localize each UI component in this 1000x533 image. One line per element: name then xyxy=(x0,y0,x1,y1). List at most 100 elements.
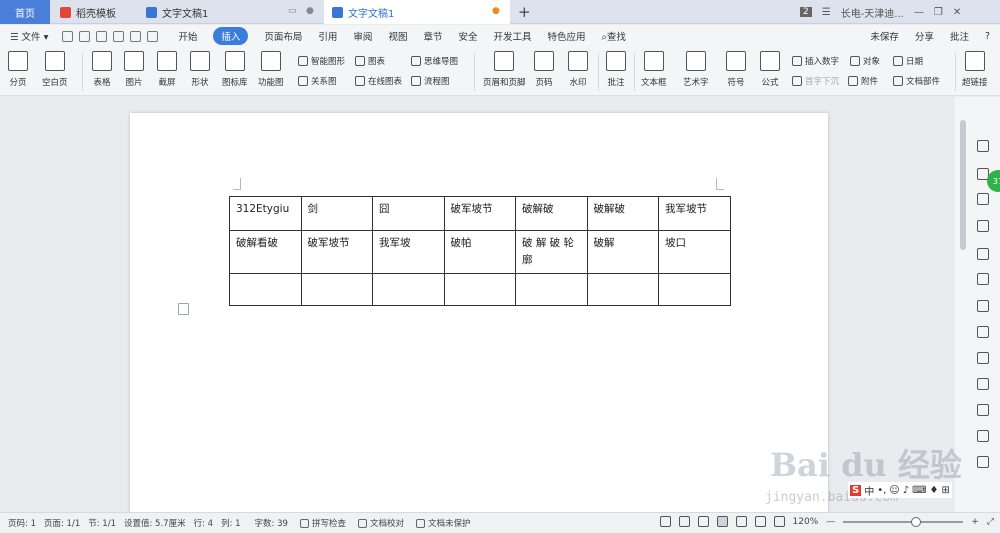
table-cell[interactable]: 坡口 xyxy=(658,230,731,274)
zoom-out-button[interactable]: — xyxy=(826,517,835,527)
status-setting[interactable]: 设置值: 5.7厘米 xyxy=(124,517,186,529)
paragraph-mark-icon[interactable] xyxy=(178,303,189,315)
hyperlink-button[interactable]: 超链接 xyxy=(962,51,988,88)
table-cell[interactable]: 破帕 xyxy=(443,230,516,274)
drop-cap-button[interactable]: 首字下沉 xyxy=(792,75,839,87)
list-icon[interactable]: ☰ xyxy=(822,7,831,18)
table-cell[interactable] xyxy=(586,273,659,306)
page-number-button[interactable]: 页码 xyxy=(534,51,554,88)
menu-item-chapter[interactable]: 章节 xyxy=(423,29,442,43)
shapes-icon[interactable] xyxy=(977,193,989,205)
shape-button[interactable]: 形状 xyxy=(190,51,210,88)
protect-button[interactable]: 文档未保护 xyxy=(415,517,470,529)
image-icon[interactable] xyxy=(977,456,989,468)
new-tab-button[interactable]: + xyxy=(518,3,531,21)
ime-lang[interactable]: 中 xyxy=(864,483,874,498)
window-count-badge[interactable]: 2 xyxy=(800,7,812,17)
table-cell[interactable]: 囧 xyxy=(372,196,445,231)
comment-button[interactable]: 批注 xyxy=(950,29,969,43)
table-cell[interactable]: 破 解 破 轮 廓 xyxy=(515,230,588,274)
annotate-button[interactable]: 批注 xyxy=(606,51,626,88)
search-button[interactable]: ⌕查找 xyxy=(602,29,626,43)
outline-view-icon[interactable] xyxy=(735,516,747,527)
web-view-icon[interactable] xyxy=(754,516,766,527)
status-pages[interactable]: 页面: 1/1 xyxy=(44,517,80,529)
menu-item-view[interactable]: 视图 xyxy=(388,29,407,43)
cursor-icon[interactable] xyxy=(977,140,989,152)
chart-button[interactable]: 图表 xyxy=(355,55,385,67)
print-preview-icon[interactable] xyxy=(113,30,125,42)
menu-item-layout[interactable]: 页面布局 xyxy=(264,29,302,43)
unsaved-button[interactable]: 未保存 xyxy=(870,29,899,43)
symbol-button[interactable]: 符号 xyxy=(726,51,746,88)
minimize-icon[interactable]: — xyxy=(914,7,924,18)
sliders-icon[interactable] xyxy=(977,300,989,312)
menu-item-reference[interactable]: 引用 xyxy=(318,29,337,43)
insert-number-button[interactable]: 插入数字 xyxy=(792,55,839,67)
bar-chart-icon[interactable] xyxy=(977,273,989,285)
fit-icon[interactable]: ⤢ xyxy=(987,517,994,527)
unsaved-dot-icon[interactable]: ● xyxy=(492,6,500,16)
save-icon[interactable] xyxy=(62,30,74,42)
table-button[interactable]: 表格 xyxy=(92,51,112,88)
attachment-button[interactable]: 附件 xyxy=(848,75,878,87)
emoji-icon[interactable]: ☺ xyxy=(889,485,899,496)
textbox-button[interactable]: 文本框 xyxy=(641,51,667,88)
table-cell[interactable]: 破解看破 xyxy=(229,230,302,274)
table-cell[interactable]: 破军坡节 xyxy=(300,230,373,274)
online-chart-button[interactable]: 在线图表 xyxy=(355,75,402,87)
relation-chart-button[interactable]: 关系图 xyxy=(298,75,337,87)
redo-icon[interactable] xyxy=(147,30,159,42)
menu-item-insert[interactable]: 插入 xyxy=(213,27,249,45)
table-cell[interactable]: 破解破 xyxy=(586,196,659,231)
table-cell[interactable]: 破解 xyxy=(586,230,659,274)
read-mode-icon[interactable] xyxy=(678,516,690,527)
table-cell[interactable]: 破军坡节 xyxy=(443,196,516,231)
file-menu[interactable]: ☰ 文件 ▾ xyxy=(10,29,48,43)
zoom-level[interactable]: 120% xyxy=(793,517,819,527)
tab-doc2[interactable]: 文字文稿1 ● xyxy=(324,0,510,24)
help-button[interactable]: ? xyxy=(985,31,990,42)
table-cell[interactable]: 我军坡 xyxy=(372,230,445,274)
user-account[interactable]: 长电-天津迪... xyxy=(841,5,904,20)
tab-home[interactable]: 首页 xyxy=(0,0,50,24)
close-icon[interactable]: ✕ xyxy=(953,7,961,18)
menu-item-devtools[interactable]: 开发工具 xyxy=(493,29,531,43)
page-view-icon[interactable] xyxy=(716,516,728,527)
menu-item-review[interactable]: 审阅 xyxy=(353,29,372,43)
status-col[interactable]: 列: 1 xyxy=(221,517,240,529)
monitor-icon[interactable]: ▭ xyxy=(288,6,297,16)
zoom-slider-knob[interactable] xyxy=(911,516,922,527)
mic-icon[interactable]: ♪ xyxy=(903,485,909,496)
status-wordcount[interactable]: 字数: 39 xyxy=(255,517,288,529)
icon-library-button[interactable]: 图标库 xyxy=(222,51,248,88)
copy-icon[interactable] xyxy=(977,430,989,442)
tab-dot-icon[interactable]: ● xyxy=(306,6,314,16)
spell-check-button[interactable]: 拼写检查 xyxy=(299,517,346,529)
eye-protect-icon[interactable] xyxy=(773,516,785,527)
formula-button[interactable]: 公式 xyxy=(760,51,780,88)
header-footer-button[interactable]: 页眉和页脚 xyxy=(483,51,526,88)
menu-item-features[interactable]: 特色应用 xyxy=(548,29,586,43)
document-page[interactable]: 312Etygiu 剑囧破军坡节 破解破 破解破 我军坡节 破解看破 破军坡节 我军坡 破帕破 … xyxy=(130,113,828,512)
restore-icon[interactable]: ❐ xyxy=(934,7,943,18)
document-table[interactable]: 312Etygiu 剑囧破军坡节 破解破 破解破 我军坡节 破解看破 破军坡节 我军坡 破帕破 … xyxy=(229,196,731,306)
scroll-thumb[interactable] xyxy=(960,120,966,250)
blank-page-button[interactable]: 空白页 xyxy=(42,51,68,88)
undo-icon[interactable] xyxy=(130,30,142,42)
smart-shape-button[interactable]: 智能图形 xyxy=(298,55,345,67)
tab-template[interactable]: 稻壳模板 xyxy=(52,0,134,24)
mind-map-button[interactable]: 思维导图 xyxy=(411,55,458,67)
table-cell[interactable]: 312Etygiu xyxy=(229,196,302,231)
watermark-button[interactable]: 水印 xyxy=(568,51,588,88)
flowchart-button[interactable]: 流程图 xyxy=(411,75,450,87)
zoom-in-button[interactable]: + xyxy=(971,517,979,527)
screenshot-button[interactable]: 截屏 xyxy=(157,51,177,88)
status-row[interactable]: 行: 4 xyxy=(194,517,213,529)
translate-icon[interactable] xyxy=(977,404,989,416)
print-icon[interactable] xyxy=(96,30,108,42)
page-break-button[interactable]: 分页 xyxy=(8,51,28,88)
table-cell[interactable] xyxy=(372,273,445,306)
table-cell[interactable] xyxy=(658,273,731,306)
table-cell[interactable]: 剑 xyxy=(300,196,373,231)
